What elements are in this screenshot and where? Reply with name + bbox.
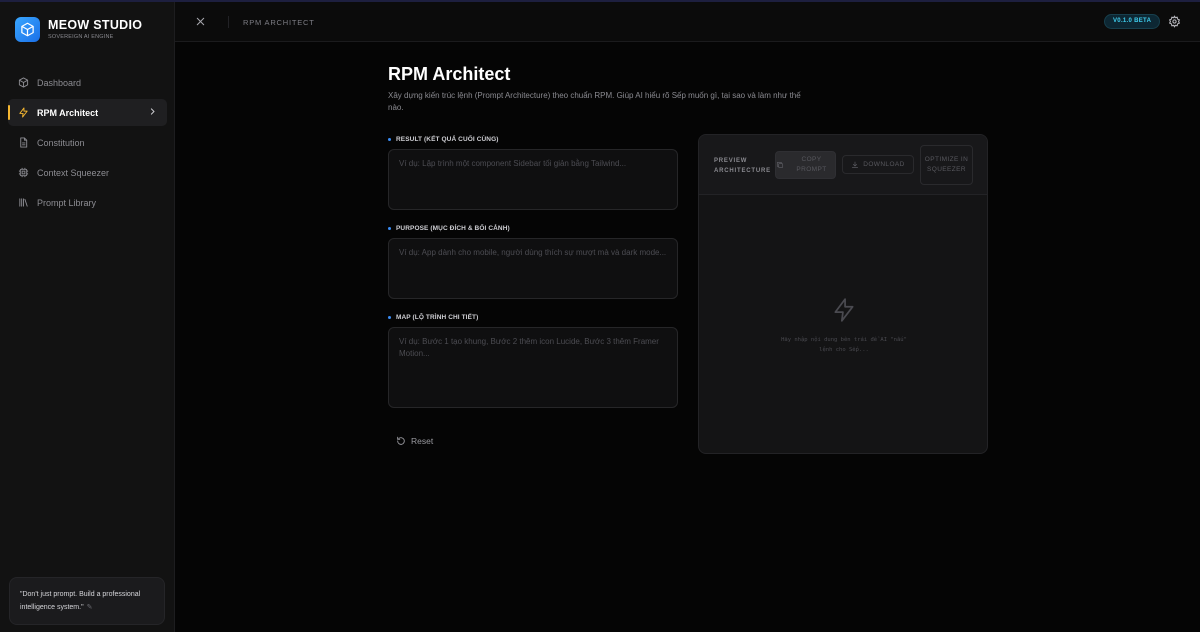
- brand-title: MEOW STUDIO: [48, 18, 143, 32]
- copy-prompt-label: COPY PROMPT: [796, 156, 827, 173]
- copy-icon: [776, 161, 784, 169]
- bullet-dot: [388, 227, 391, 230]
- sidebar-item-label: Prompt Library: [37, 197, 97, 208]
- brand[interactable]: MEOW STUDIO SOVEREIGN AI ENGINE: [15, 17, 142, 42]
- quote-card: "Don't just prompt. Build a professional…: [9, 577, 165, 625]
- version-badge: V0.1.0 BETA: [1104, 14, 1161, 29]
- purpose-label: PURPOSE (MỤC ĐÍCH & BỐI CẢNH): [388, 225, 510, 232]
- purpose-input[interactable]: [388, 238, 678, 299]
- sidebar: MEOW STUDIO SOVEREIGN AI ENGINE Dashboar…: [0, 2, 175, 632]
- empty-state-text: Hãy nhập nội dung bên trái để AI "nấu" l…: [781, 337, 907, 353]
- optimize-label: OPTIMIZE IN SQUEEZER: [924, 156, 969, 173]
- map-label-text: MAP (LỘ TRÌNH CHI TIẾT): [396, 314, 479, 321]
- sidebar-nav: Dashboard RPM Architect Constitution Con…: [8, 69, 167, 219]
- rotate-ccw-icon: [396, 436, 406, 446]
- sidebar-item-context-squeezer[interactable]: Context Squeezer: [8, 159, 167, 186]
- optimize-in-squeezer-button[interactable]: OPTIMIZE IN SQUEEZER: [920, 145, 973, 185]
- breadcrumb: RPM ARCHITECT: [243, 18, 315, 27]
- preview-panel: PREVIEW ARCHITECTURE COPY PROMPT DOWNLOA…: [698, 134, 988, 454]
- quote-text: "Don't just prompt. Build a professional…: [20, 591, 141, 611]
- bullet-dot: [388, 138, 391, 141]
- sparkle-icon: ✎: [86, 603, 93, 611]
- page-title: RPM Architect: [388, 64, 511, 84]
- copy-prompt-button[interactable]: COPY PROMPT: [775, 151, 836, 179]
- reset-button[interactable]: Reset: [396, 436, 433, 446]
- zap-icon: [18, 107, 29, 118]
- brand-subtitle: SOVEREIGN AI ENGINE: [48, 34, 114, 40]
- sidebar-item-prompt-library[interactable]: Prompt Library: [8, 189, 167, 216]
- sidebar-item-rpm-architect[interactable]: RPM Architect: [8, 99, 167, 126]
- close-icon[interactable]: [195, 16, 206, 27]
- purpose-label-text: PURPOSE (MỤC ĐÍCH & BỐI CẢNH): [396, 225, 510, 232]
- preview-title: PREVIEW ARCHITECTURE: [714, 158, 771, 174]
- document-icon: [18, 137, 29, 148]
- result-input[interactable]: [388, 149, 678, 210]
- result-label-text: RESULT (KẾT QUẢ CUỐI CÙNG): [396, 136, 499, 143]
- preview-header: PREVIEW ARCHITECTURE COPY PROMPT DOWNLOA…: [699, 135, 987, 195]
- download-icon: [851, 161, 859, 169]
- map-input[interactable]: [388, 327, 678, 408]
- chevron-right-icon: [148, 107, 157, 116]
- sidebar-item-dashboard[interactable]: Dashboard: [8, 69, 167, 96]
- gear-icon[interactable]: [1168, 15, 1181, 28]
- cube-icon: [18, 77, 29, 88]
- download-label: DOWNLOAD: [863, 160, 905, 168]
- topbar: RPM ARCHITECT V0.1.0 BETA: [175, 2, 1200, 42]
- sidebar-item-label: Constitution: [37, 137, 85, 148]
- sidebar-item-label: RPM Architect: [37, 107, 99, 118]
- sidebar-item-label: Dashboard: [37, 77, 82, 88]
- sidebar-item-constitution[interactable]: Constitution: [8, 129, 167, 156]
- page-description: Xây dựng kiến trúc lệnh (Prompt Architec…: [388, 91, 801, 112]
- chip-icon: [18, 167, 29, 178]
- topbar-divider: [228, 16, 229, 28]
- cube-logo-icon: [15, 17, 40, 42]
- download-button[interactable]: DOWNLOAD: [842, 155, 914, 174]
- zap-icon: [831, 295, 857, 325]
- bullet-dot: [388, 316, 391, 319]
- library-icon: [18, 197, 29, 208]
- sidebar-item-label: Context Squeezer: [37, 167, 110, 178]
- reset-label: Reset: [411, 436, 434, 446]
- result-label: RESULT (KẾT QUẢ CUỐI CÙNG): [388, 136, 499, 143]
- map-label: MAP (LỘ TRÌNH CHI TIẾT): [388, 314, 478, 321]
